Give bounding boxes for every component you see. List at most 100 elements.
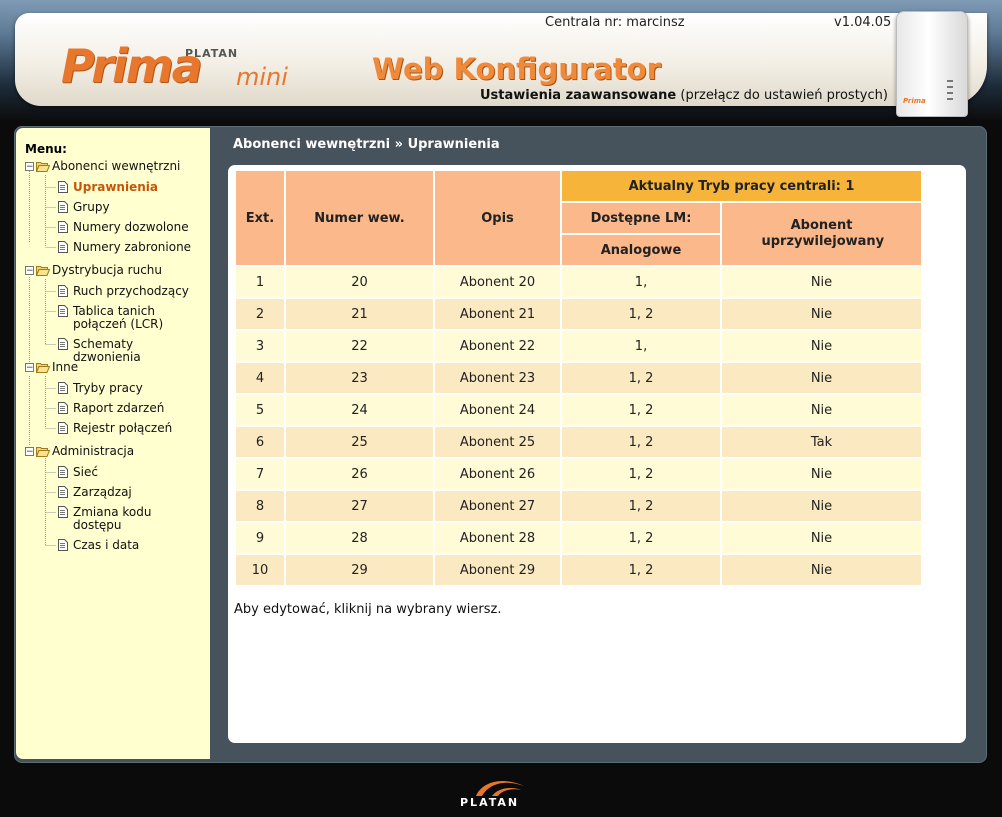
- menu-item-label: Rejestr połączeń: [73, 421, 173, 435]
- menu-item-tryby-pracy[interactable]: Tryby pracy: [58, 382, 143, 395]
- table-row[interactable]: 10 29 Abonent 29 1, 2 Nie: [236, 555, 921, 585]
- content-panel: Ext. Numer wew. Opis Aktualny Tryb pracy…: [228, 165, 966, 743]
- folder-open-icon: [36, 446, 50, 457]
- document-icon: [58, 506, 68, 518]
- cell-lines: 1, 2: [562, 555, 720, 585]
- cell-desc: Abonent 24: [435, 395, 560, 425]
- menu-item-label: Schematy dzwonienia: [73, 337, 141, 364]
- menu-item-raport-zdarzen[interactable]: Raport zdarzeń: [58, 402, 164, 415]
- cell-desc: Abonent 26: [435, 459, 560, 489]
- settings-mode: Ustawienia zaawansowane (przełącz do ust…: [480, 88, 888, 103]
- menu-item-ruch-przychodzacy[interactable]: Ruch przychodzący: [58, 285, 189, 298]
- document-icon: [58, 201, 68, 213]
- menu-item-label: Tryby pracy: [73, 381, 143, 395]
- menu-section-administracja[interactable]: − Administracja: [25, 443, 134, 459]
- version-label: v1.04.05: [834, 15, 892, 30]
- table-row[interactable]: 9 28 Abonent 28 1, 2 Nie: [236, 523, 921, 553]
- current-mode-header: Aktualny Tryb pracy centrali: 1: [562, 171, 921, 201]
- footer-logo-text: PLATAN: [460, 796, 520, 809]
- document-icon: [58, 466, 68, 478]
- menu-item-label: Czas i data: [73, 538, 140, 552]
- cell-ext: 2: [236, 299, 284, 329]
- menu-section-dystrybucja[interactable]: − Dystrybucja ruchu: [25, 262, 162, 278]
- menu-item-siec[interactable]: Sieć: [58, 466, 98, 479]
- menu-item-label: Numery zabronione: [73, 240, 192, 254]
- collapse-icon[interactable]: −: [25, 446, 34, 456]
- collapse-icon[interactable]: −: [25, 362, 34, 372]
- collapse-icon[interactable]: −: [25, 161, 34, 171]
- cell-lines: 1, 2: [562, 299, 720, 329]
- cell-number: 28: [286, 523, 433, 553]
- table-row[interactable]: 7 26 Abonent 26 1, 2 Nie: [236, 459, 921, 489]
- menu-section-label: Abonenci wewnętrzni: [52, 159, 181, 173]
- cell-number: 25: [286, 427, 433, 457]
- cell-privileged: Nie: [722, 491, 921, 521]
- cell-ext: 1: [236, 267, 284, 297]
- table-row[interactable]: 4 23 Abonent 23 1, 2 Nie: [236, 363, 921, 393]
- column-header-lines: Dostępne LM:: [562, 203, 720, 233]
- switch-to-simple-link[interactable]: (przełącz do ustawień prostych): [680, 88, 888, 103]
- cell-number: 29: [286, 555, 433, 585]
- cell-number: 26: [286, 459, 433, 489]
- document-icon: [58, 422, 68, 434]
- menu-item-zarzadzaj[interactable]: Zarządzaj: [58, 486, 132, 499]
- menu-item-czas-i-data[interactable]: Czas i data: [58, 539, 139, 552]
- cell-number: 23: [286, 363, 433, 393]
- table-row[interactable]: 3 22 Abonent 22 1, Nie: [236, 331, 921, 361]
- menu-item-grupy[interactable]: Grupy: [58, 201, 110, 214]
- cell-privileged: Nie: [722, 523, 921, 553]
- menu-item-numery-zabronione[interactable]: Numery zabronione: [58, 241, 191, 254]
- menu-item-label: Zmiana kodu dostępu: [73, 505, 152, 532]
- settings-mode-current: Ustawienia zaawansowane: [480, 88, 677, 103]
- logo-product: Prima: [61, 39, 203, 93]
- table-body: 1 20 Abonent 20 1, Nie 2 21 Abonent 21 1, 2 Nie 3 2…: [236, 267, 921, 585]
- column-header-ext: Ext.: [236, 171, 284, 265]
- collapse-icon[interactable]: −: [25, 265, 34, 275]
- table-row[interactable]: 1 20 Abonent 20 1, Nie: [236, 267, 921, 297]
- menu-item-label: Numery dozwolone: [73, 220, 189, 234]
- menu-section-inne[interactable]: − Inne: [25, 359, 78, 375]
- sidebar: Menu: − Abonenci wewnętrzni Uprawnienia …: [16, 128, 210, 759]
- cell-number: 27: [286, 491, 433, 521]
- cell-privileged: Nie: [722, 299, 921, 329]
- cell-lines: 1, 2: [562, 427, 720, 457]
- folder-open-icon: [36, 161, 50, 172]
- menu-section-label: Administracja: [52, 444, 135, 458]
- menu-item-numery-dozwolone[interactable]: Numery dozwolone: [58, 221, 189, 234]
- document-icon: [58, 221, 68, 233]
- cell-desc: Abonent 21: [435, 299, 560, 329]
- cell-privileged: Nie: [722, 267, 921, 297]
- menu-item-lcr[interactable]: Tablica tanich połączeń (LCR): [58, 305, 198, 331]
- cell-ext: 4: [236, 363, 284, 393]
- document-icon: [58, 486, 68, 498]
- cell-privileged: Nie: [722, 363, 921, 393]
- table-row[interactable]: 5 24 Abonent 24 1, 2 Nie: [236, 395, 921, 425]
- document-icon: [58, 338, 68, 350]
- cell-desc: Abonent 20: [435, 267, 560, 297]
- menu-item-schematy-dzwonienia[interactable]: Schematy dzwonienia: [58, 338, 198, 364]
- prima-mini-logo: PLATAN Prima mini: [61, 43, 331, 97]
- device-brand: Prima: [903, 97, 926, 105]
- platan-footer-logo: PLATAN: [460, 776, 540, 810]
- table-row[interactable]: 2 21 Abonent 21 1, 2 Nie: [236, 299, 921, 329]
- cell-ext: 9: [236, 523, 284, 553]
- menu-item-uprawnienia[interactable]: Uprawnienia: [58, 181, 158, 194]
- cell-ext: 8: [236, 491, 284, 521]
- table-row[interactable]: 8 27 Abonent 27 1, 2 Nie: [236, 491, 921, 521]
- menu-item-rejestr-polaczen[interactable]: Rejestr połączeń: [58, 422, 172, 435]
- cell-ext: 7: [236, 459, 284, 489]
- document-icon: [58, 305, 68, 317]
- column-header-number: Numer wew.: [286, 171, 433, 265]
- cell-number: 21: [286, 299, 433, 329]
- menu-section-abonenci[interactable]: − Abonenci wewnętrzni: [25, 158, 180, 174]
- document-icon: [58, 402, 68, 414]
- document-icon: [58, 539, 68, 551]
- column-header-desc: Opis: [435, 171, 560, 265]
- cell-desc: Abonent 25: [435, 427, 560, 457]
- cell-number: 20: [286, 267, 433, 297]
- cell-privileged: Nie: [722, 395, 921, 425]
- cell-lines: 1,: [562, 267, 720, 297]
- cell-lines: 1,: [562, 331, 720, 361]
- table-row[interactable]: 6 25 Abonent 25 1, 2 Tak: [236, 427, 921, 457]
- menu-item-zmiana-kodu[interactable]: Zmiana kodu dostępu: [58, 506, 198, 532]
